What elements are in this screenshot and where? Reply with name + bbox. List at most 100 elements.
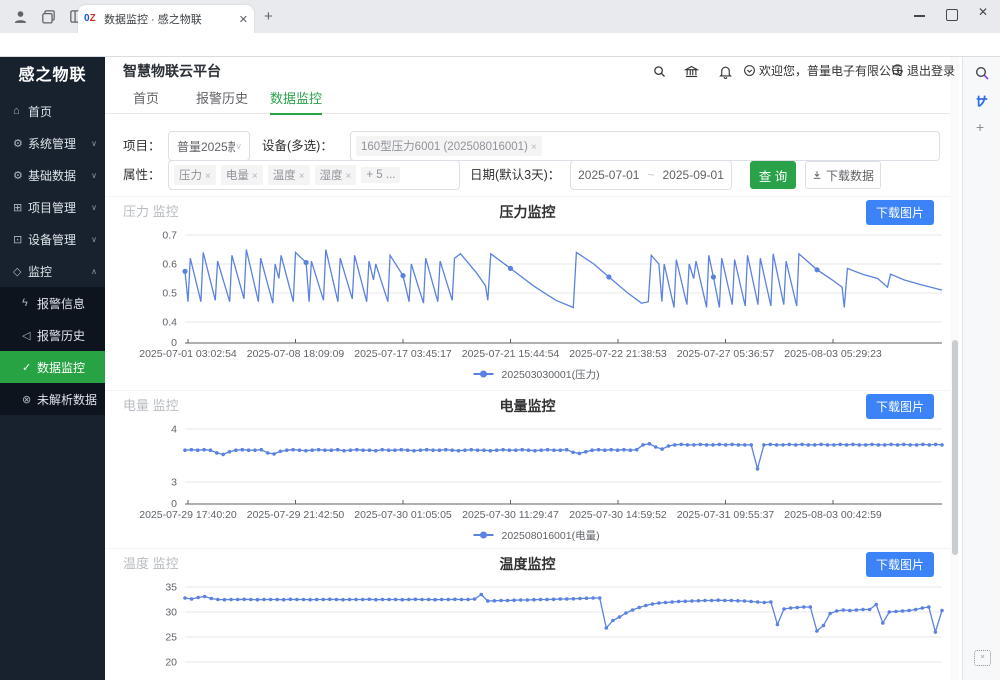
svg-text:30: 30 [165, 607, 177, 619]
edge-sidebar-rail: + [962, 57, 1000, 680]
scrollbar-thumb[interactable] [952, 340, 958, 555]
chart-title: 压力监控 [105, 197, 950, 227]
device-tag[interactable]: 160型压力6001 (202508016001)× [356, 136, 542, 156]
chevron-down-icon: ∨ [91, 235, 97, 244]
remove-tag-icon[interactable]: × [252, 171, 258, 182]
chevron-down-icon: ∨ [91, 203, 97, 212]
organization-icon[interactable] [684, 64, 699, 79]
sidebar-item-unparsed-data[interactable]: ⊗ 未解析数据 [0, 383, 105, 415]
svg-text:2025-07-01 03:02:54: 2025-07-01 03:02:54 [139, 348, 237, 360]
chevron-down-icon: ∨ [91, 139, 97, 148]
bell-icon[interactable] [718, 64, 733, 79]
svg-text:2025-07-30 11:29:47: 2025-07-30 11:29:47 [462, 509, 559, 521]
remove-tag-icon[interactable]: × [299, 171, 305, 182]
sidebar-item-alarm-info[interactable]: ϟ 报警信息 [0, 287, 105, 319]
attr-tag-humidity[interactable]: 湿度× [315, 165, 357, 185]
attr-tag-pressure[interactable]: 压力× [174, 165, 216, 185]
attribute-multiselect[interactable]: 压力× 电量× 温度× 湿度× + 5 ... [168, 160, 460, 190]
sidebar-item-device-mgmt[interactable]: ⊡ 设备管理 ∨ [0, 223, 105, 255]
logout-button[interactable]: 退出登录 [891, 57, 955, 86]
svg-text:2025-07-30 14:59:52: 2025-07-30 14:59:52 [569, 509, 667, 521]
project-label: 项目： [123, 131, 161, 161]
chevron-up-icon: ∧ [91, 267, 97, 276]
sidebar-extension-icon[interactable] [974, 93, 990, 109]
main-content: 智慧物联云平台 欢迎您，普量电子有限公司 退出登录 首页 报警历史 数据监控 项… [105, 57, 950, 680]
attr-more-tag[interactable]: + 5 ... [361, 167, 400, 183]
chevron-down-icon: ∨ [235, 141, 242, 152]
home-icon: ⌂ [13, 105, 28, 117]
svg-text:202508016001(电量): 202508016001(电量) [502, 529, 600, 542]
pressure-chart[interactable]: 0.70.60.50.402025-07-01 03:02:542025-07-… [105, 227, 950, 387]
svg-text:2025-07-22 21:38:53: 2025-07-22 21:38:53 [569, 348, 667, 360]
monitor-icon: ◇ [13, 265, 28, 278]
download-image-button[interactable]: 下载图片 [866, 552, 934, 577]
sidebar-item-project-mgmt[interactable]: ⊞ 项目管理 ∨ [0, 191, 105, 223]
attr-tag-temperature[interactable]: 温度× [268, 165, 310, 185]
download-image-button[interactable]: 下载图片 [866, 394, 934, 419]
app-logo: 感之物联 [0, 57, 105, 95]
svg-text:0.4: 0.4 [162, 317, 177, 329]
date-separator: ~ [647, 168, 654, 182]
date-range-input[interactable]: 2025-07-01 ~ 2025-09-01 [570, 160, 732, 190]
speaker-icon: ◁ [22, 329, 37, 342]
welcome-menu[interactable]: 欢迎您，普量电子有限公司 [743, 57, 903, 86]
logout-icon [891, 64, 904, 77]
svg-text:2025-07-29 17:40:20: 2025-07-29 17:40:20 [139, 509, 237, 521]
browser-tab[interactable]: 0Z 数据监控 · 感之物联 ✕ [78, 5, 254, 33]
date-end: 2025-09-01 [663, 168, 724, 182]
page-title: 智慧物联云平台 [123, 57, 221, 86]
window-maximize-icon[interactable] [946, 9, 958, 21]
svg-text:20: 20 [165, 657, 177, 669]
sidebar-item-data-monitor[interactable]: ✓ 数据监控 [0, 351, 105, 383]
window-close-icon[interactable]: ✕ [972, 5, 994, 19]
sidebar-add-icon[interactable]: + [976, 119, 984, 135]
temperature-chart[interactable]: 35302520 [105, 579, 950, 680]
svg-text:2025-08-03 05:29:23: 2025-08-03 05:29:23 [784, 348, 882, 360]
window-minimize-icon[interactable] [914, 15, 925, 17]
tab-data-monitor[interactable]: 数据监控 [270, 86, 322, 115]
svg-text:202503030001(压力): 202503030001(压力) [502, 368, 600, 381]
tab-close-icon[interactable]: ✕ [239, 13, 248, 26]
battery-chart[interactable]: 4302025-07-29 17:40:202025-07-29 21:42:5… [105, 421, 950, 547]
search-icon[interactable] [652, 64, 667, 79]
remove-tag-icon[interactable]: × [205, 171, 211, 182]
svg-text:2025-07-27 05:36:57: 2025-07-27 05:36:57 [677, 348, 775, 360]
page-scrollbar[interactable] [950, 57, 959, 680]
device-icon: ⊡ [13, 233, 28, 246]
profile-icon[interactable] [12, 8, 29, 25]
address-bar: 不安全 www.puliangiot.com /iotdatamonitor ⋯… [0, 33, 1000, 57]
sidebar-item-monitor[interactable]: ◇ 监控 ∧ [0, 255, 105, 287]
temperature-chart-section: 温度 监控 温度监控 下载图片 35302520 [105, 548, 950, 680]
attribute-label: 属性： [123, 160, 161, 190]
download-image-button[interactable]: 下载图片 [866, 200, 934, 225]
download-data-button[interactable]: 下载数据 [805, 161, 881, 189]
pressure-chart-section: 压力 监控 压力监控 下载图片 0.70.60.50.402025-07-01 … [105, 196, 950, 387]
new-tab-button[interactable]: + [264, 8, 273, 25]
svg-text:0.6: 0.6 [162, 259, 177, 271]
svg-text:2025-07-29 21:42:50: 2025-07-29 21:42:50 [247, 509, 345, 521]
gear-icon: ⚙ [13, 169, 28, 182]
sidebar-item-system-mgmt[interactable]: ⚙ 系统管理 ∨ [0, 127, 105, 159]
svg-text:2025-07-08 18:09:09: 2025-07-08 18:09:09 [247, 348, 345, 360]
sidebar-item-home[interactable]: ⌂ 首页 [0, 95, 105, 127]
site-favicon: 0Z [84, 12, 100, 26]
attr-tag-battery[interactable]: 电量× [221, 165, 263, 185]
chevron-circle-icon [743, 64, 756, 77]
unparsed-icon: ⊗ [22, 393, 37, 406]
sidebar-search-icon[interactable] [974, 65, 990, 81]
sidebar-item-base-data[interactable]: ⚙ 基础数据 ∨ [0, 159, 105, 191]
project-select[interactable]: 普量2025款4... ∨ [168, 131, 250, 161]
check-icon: ✓ [22, 361, 37, 374]
gear-icon: ⚙ [13, 137, 28, 150]
device-multiselect[interactable]: 160型压力6001 (202508016001)× [350, 131, 940, 161]
remove-tag-icon[interactable]: × [346, 171, 352, 182]
remove-tag-icon[interactable]: × [531, 142, 537, 153]
query-button[interactable]: 查 询 [750, 161, 796, 189]
svg-text:2025-07-17 03:45:17: 2025-07-17 03:45:17 [354, 348, 452, 360]
sidebar-item-alarm-history[interactable]: ◁ 报警历史 [0, 319, 105, 351]
workspaces-icon[interactable] [40, 8, 57, 25]
floating-widget-icon[interactable]: × [974, 650, 991, 666]
chart-title: 温度监控 [105, 549, 950, 579]
tab-home[interactable]: 首页 [133, 86, 159, 113]
tab-alarm-history[interactable]: 报警历史 [196, 86, 248, 113]
